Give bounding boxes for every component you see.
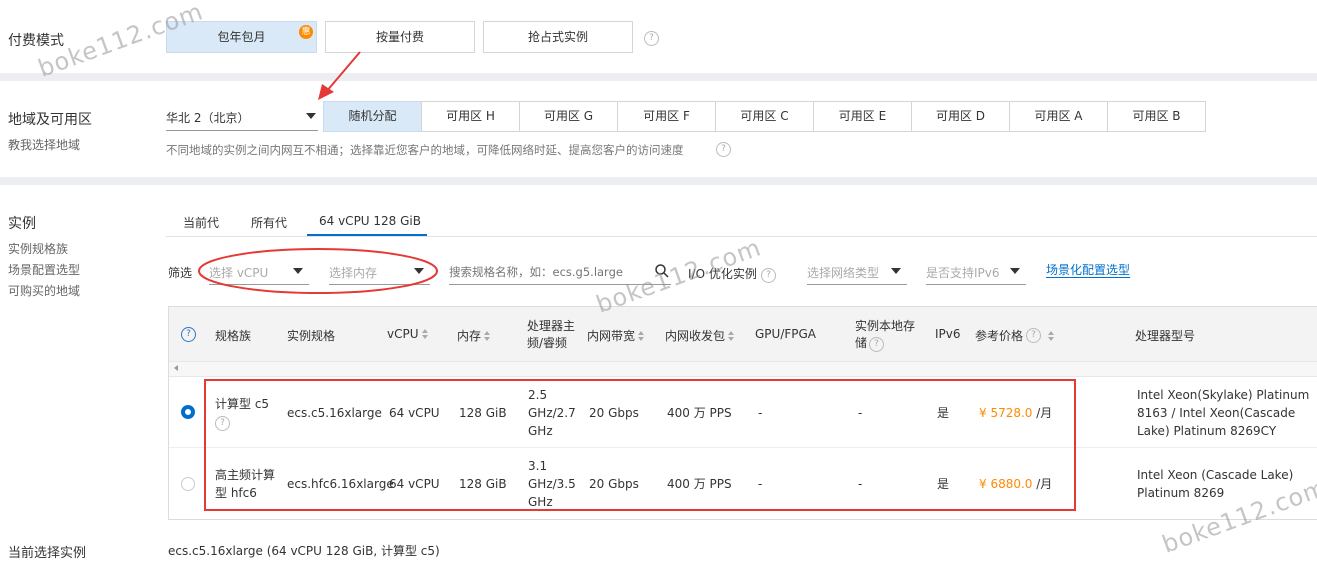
billing-preemptible-button[interactable]: 抢占式实例: [483, 21, 633, 53]
col-local-storage-label: 实例本地存储: [855, 319, 916, 350]
instance-label: 实例: [8, 216, 36, 232]
zone-c[interactable]: 可用区 C: [715, 101, 814, 132]
available-regions-link[interactable]: 可购买的地域: [8, 282, 80, 299]
col-frequency: 处理器主频/睿频: [527, 319, 576, 350]
table-header: ? 规格族 实例规格 vCPU 内存 处理器主频/睿频 内网带宽 内网收发包 G…: [169, 307, 1317, 361]
region-select-value: 华北 2（北京）: [166, 111, 250, 125]
network-type-placeholder: 选择网络类型: [807, 266, 880, 280]
col-pps: 内网收发包: [665, 329, 726, 343]
col-vcpu: vCPU: [387, 327, 419, 341]
col-cpu-model: 处理器型号: [1135, 329, 1196, 343]
tab-64vcpu-128gib[interactable]: 64 vCPU 128 GiB: [319, 214, 421, 228]
tab-all-gen[interactable]: 所有代: [251, 214, 287, 231]
col-ipv6: IPv6: [935, 327, 961, 341]
scenario-config-link[interactable]: 场景配置选型: [8, 261, 80, 278]
scenario-config-select-link[interactable]: 场景化配置选型: [1046, 263, 1131, 278]
scroll-left-icon[interactable]: [174, 365, 178, 371]
sort-icon: [638, 331, 645, 342]
col-price: 参考价格: [975, 329, 1024, 343]
spec-search-input[interactable]: [449, 262, 649, 282]
storage-help-icon[interactable]: ?: [869, 337, 884, 352]
zone-a[interactable]: 可用区 A: [1009, 101, 1108, 132]
col-price-sort[interactable]: 参考价格: [975, 327, 1023, 344]
region-select[interactable]: 华北 2（北京）: [166, 106, 318, 131]
col-memory: 内存: [457, 329, 482, 343]
tab-divider: [166, 236, 1317, 237]
active-tab-indicator: [307, 234, 427, 236]
filter-label: 筛选: [168, 266, 193, 280]
billing-mode-label: 付费模式: [8, 33, 64, 49]
ipv6-select[interactable]: 是否支持IPv6: [926, 262, 1026, 285]
zone-d[interactable]: 可用区 D: [911, 101, 1010, 132]
network-type-select[interactable]: 选择网络类型: [807, 262, 907, 285]
section-divider: [0, 177, 1317, 185]
col-gpu: GPU/FPGA: [755, 327, 817, 341]
billing-subscription-label: 包年包月: [217, 30, 266, 44]
col-spec: 实例规格: [287, 329, 336, 343]
zone-selector: 随机分配 可用区 H 可用区 G 可用区 F 可用区 C 可用区 E 可用区 D…: [323, 101, 1206, 132]
region-help-link[interactable]: 教我选择地域: [8, 136, 80, 153]
sort-icon[interactable]: [1048, 331, 1055, 342]
sort-icon: [484, 331, 491, 342]
col-bandwidth-sort[interactable]: 内网带宽: [587, 327, 645, 344]
region-hint: 不同地域的实例之间内网互不相通；选择靠近您客户的地域，可降低网络时延、提高您客户…: [166, 143, 684, 157]
sort-icon: [421, 329, 429, 340]
ipv6-placeholder: 是否支持IPv6: [926, 266, 1000, 280]
sort-icon: [728, 331, 735, 342]
io-help-icon[interactable]: ?: [761, 268, 776, 283]
col-pps-sort[interactable]: 内网收发包: [665, 327, 735, 344]
col-family: 规格族: [215, 329, 252, 343]
current-selection-value: ecs.c5.16xlarge (64 vCPU 128 GiB, 计算型 c5…: [168, 544, 440, 558]
zone-random[interactable]: 随机分配: [323, 101, 422, 132]
billing-help-icon[interactable]: ?: [644, 31, 659, 46]
table-help-icon[interactable]: ?: [181, 327, 196, 342]
zone-b[interactable]: 可用区 B: [1107, 101, 1206, 132]
horizontal-scrollbar[interactable]: [169, 361, 1317, 377]
annotation-ellipse: [198, 248, 438, 294]
chevron-down-icon: [1010, 268, 1020, 274]
chevron-down-icon: [306, 113, 316, 119]
annotation-arrow-icon: [318, 51, 361, 100]
region-label: 地域及可用区: [8, 112, 92, 128]
chevron-down-icon: [891, 268, 901, 274]
section-divider: [0, 73, 1317, 81]
region-hint-help-icon[interactable]: ?: [716, 142, 731, 157]
row-radio[interactable]: [181, 477, 195, 491]
zone-e[interactable]: 可用区 E: [813, 101, 912, 132]
col-bandwidth: 内网带宽: [587, 329, 636, 343]
instance-family-link[interactable]: 实例规格族: [8, 240, 68, 257]
current-selection-label: 当前选择实例: [8, 546, 87, 561]
col-vcpu-sort[interactable]: vCPU: [387, 327, 429, 341]
zone-g[interactable]: 可用区 G: [519, 101, 618, 132]
zone-h[interactable]: 可用区 H: [421, 101, 520, 132]
col-local-storage: 实例本地存储: [855, 318, 919, 352]
tab-current-gen[interactable]: 当前代: [183, 214, 219, 231]
row-radio[interactable]: [181, 405, 195, 419]
col-memory-sort[interactable]: 内存: [457, 327, 491, 344]
annotation-rectangle: [204, 379, 1076, 511]
discount-badge-icon: 惠: [299, 25, 313, 39]
zone-f[interactable]: 可用区 F: [617, 101, 716, 132]
row-cpu-model: Intel Xeon(Skylake) Platinum 8163 / Inte…: [1137, 388, 1310, 438]
price-help-icon[interactable]: ?: [1026, 328, 1041, 343]
